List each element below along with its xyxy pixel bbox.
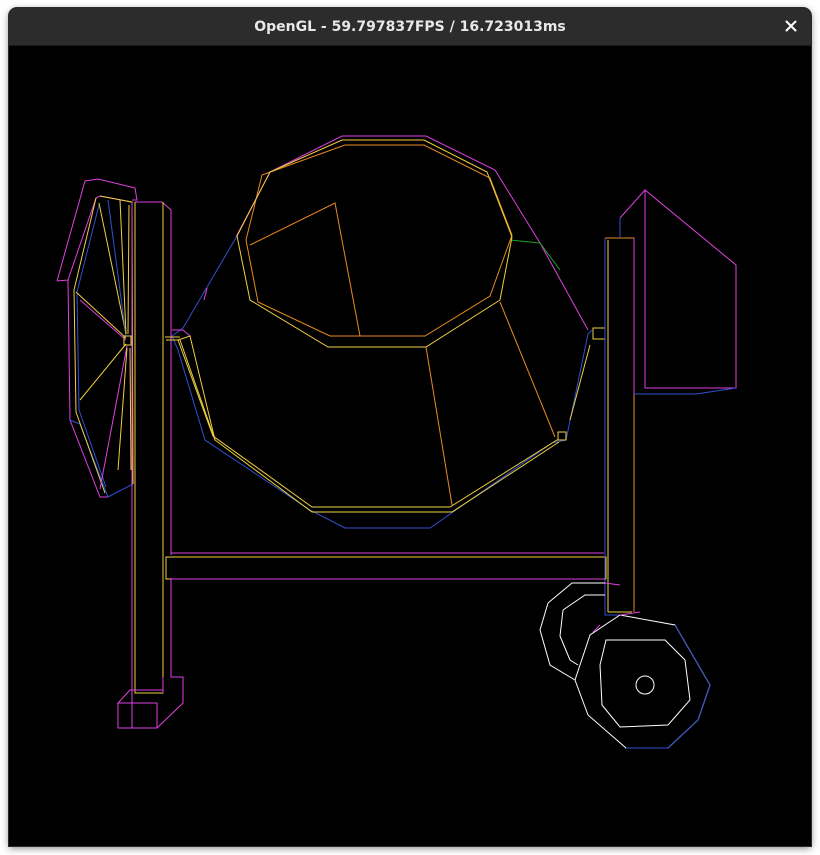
crossbar bbox=[165, 552, 607, 580]
right-post bbox=[604, 237, 635, 616]
drum-opening bbox=[177, 139, 556, 506]
cement-mixer-wireframe bbox=[56, 135, 737, 749]
front-wheel bbox=[574, 611, 711, 749]
handwheel bbox=[56, 178, 138, 498]
title-bar[interactable]: OpenGL - 59.797837FPS / 16.723013ms bbox=[9, 8, 811, 46]
close-icon bbox=[785, 20, 797, 32]
close-button[interactable] bbox=[779, 14, 803, 38]
left-post bbox=[116, 201, 184, 729]
drum-outer bbox=[166, 135, 593, 529]
render-viewport[interactable] bbox=[9, 46, 811, 846]
window-title: OpenGL - 59.797837FPS / 16.723013ms bbox=[254, 18, 566, 35]
gearbox bbox=[619, 189, 737, 395]
opengl-window: OpenGL - 59.797837FPS / 16.723013ms bbox=[9, 8, 811, 846]
pivot-pins bbox=[165, 327, 606, 340]
